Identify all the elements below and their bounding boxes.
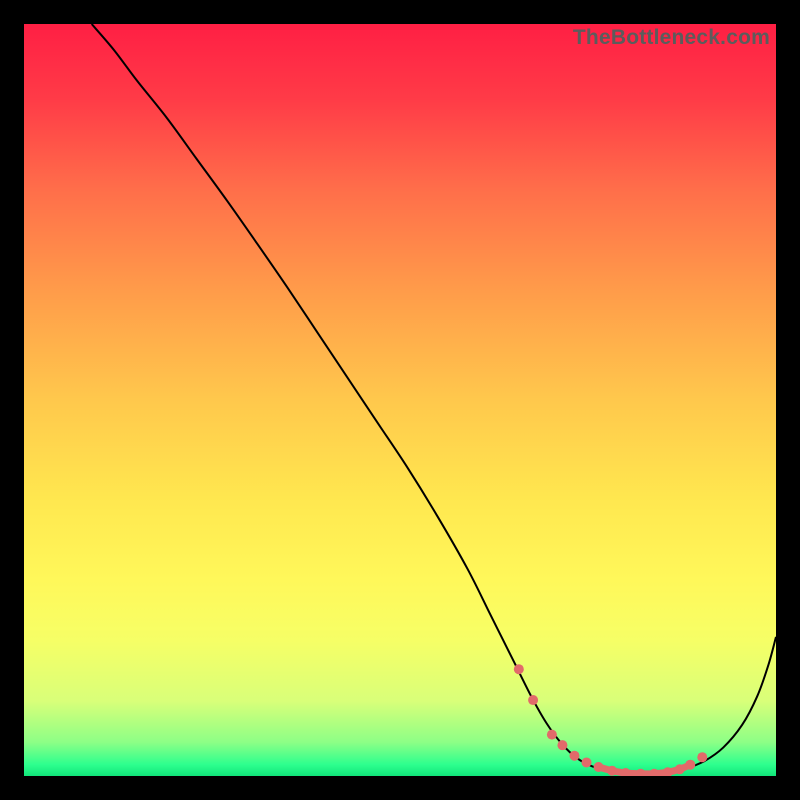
optimal-range-dot xyxy=(675,764,685,774)
watermark-text: TheBottleneck.com xyxy=(573,26,770,50)
optimal-range-dot xyxy=(607,766,617,776)
optimal-range-dot xyxy=(697,752,707,762)
optimal-range-dot xyxy=(514,664,524,674)
optimal-range-dot xyxy=(594,762,604,772)
chart-frame: TheBottleneck.com xyxy=(0,0,800,800)
optimal-range-dot xyxy=(547,730,557,740)
gradient-background xyxy=(24,24,776,776)
optimal-range-dot xyxy=(557,740,567,750)
optimal-range-dot xyxy=(582,757,592,767)
optimal-range-dot xyxy=(569,751,579,761)
optimal-range-dot xyxy=(685,760,695,770)
plot-area: TheBottleneck.com xyxy=(24,24,776,776)
optimal-range-dot xyxy=(528,695,538,705)
chart-svg xyxy=(24,24,776,776)
